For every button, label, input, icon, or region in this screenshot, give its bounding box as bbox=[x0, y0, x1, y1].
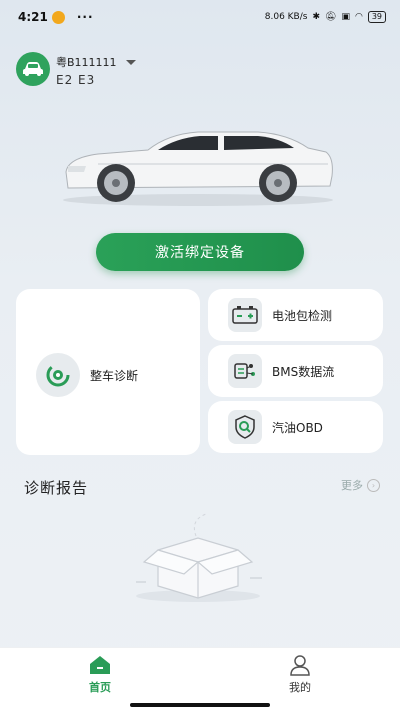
mute-icon: 🔕︎ bbox=[325, 12, 337, 22]
plate-number[interactable]: 粤B111111 bbox=[56, 54, 136, 70]
car-image bbox=[63, 131, 333, 206]
shield-search-icon bbox=[228, 410, 262, 444]
tab-home[interactable]: 首页 bbox=[0, 648, 200, 711]
battery-icon: 39 bbox=[367, 11, 386, 23]
full-diagnosis-label: 整车诊断 bbox=[90, 368, 139, 383]
data-stream-icon bbox=[228, 354, 262, 388]
plate-label: 粤B111111 bbox=[56, 56, 117, 69]
bms-stream-label: BMS数据流 bbox=[272, 364, 335, 379]
status-time: 4:21 bbox=[18, 10, 48, 24]
chevron-down-icon[interactable] bbox=[125, 59, 136, 65]
battery-icon bbox=[228, 298, 262, 332]
vehicle-sub-label: E2 E3 bbox=[56, 73, 96, 87]
bms-data-stream-card[interactable]: BMS数据流 bbox=[208, 345, 383, 397]
more-label: 更多 bbox=[341, 479, 363, 492]
network-speed: 8.06 KB/s bbox=[264, 12, 308, 22]
bluetooth-icon: ✱ bbox=[312, 12, 320, 22]
status-icons: 8.06 KB/s ✱ 🔕︎ ▣ ◠ 39 bbox=[265, 11, 386, 23]
tab-mine[interactable]: 我的 bbox=[200, 648, 400, 711]
wifi-icon: ◠ bbox=[354, 12, 363, 22]
full-vehicle-diagnosis-card[interactable]: 整车诊断 bbox=[16, 289, 200, 455]
status-bar: 4:21 ··· 8.06 KB/s ✱ 🔕︎ ▣ ◠ 39 bbox=[0, 0, 400, 34]
battery-check-label: 电池包检测 bbox=[272, 308, 333, 323]
gasoline-obd-label: 汽油OBD bbox=[272, 420, 323, 435]
bottom-tab-bar: 首页 我的 bbox=[0, 647, 400, 711]
sim-icon: ▣ bbox=[341, 12, 350, 22]
more-link[interactable]: 更多 › bbox=[341, 477, 380, 493]
notification-icon bbox=[51, 10, 65, 24]
home-icon bbox=[90, 656, 110, 674]
user-icon bbox=[290, 655, 310, 676]
tab-mine-label: 我的 bbox=[289, 681, 311, 694]
car-avatar-icon bbox=[16, 52, 50, 86]
home-indicator bbox=[130, 703, 270, 707]
more-notifications-icon: ··· bbox=[76, 10, 94, 24]
vehicle-selector[interactable]: 粤B111111 E2 E3 bbox=[16, 52, 136, 87]
activate-bind-device-button[interactable]: 激活绑定设备 bbox=[96, 233, 304, 271]
chevron-right-icon: › bbox=[367, 478, 380, 492]
empty-box-illustration bbox=[136, 513, 262, 602]
battery-pack-check-card[interactable]: 电池包检测 bbox=[208, 289, 383, 341]
diagnosis-gauge-icon bbox=[36, 353, 80, 397]
tab-home-label: 首页 bbox=[89, 681, 111, 694]
diagnosis-report-title: 诊断报告 bbox=[24, 479, 89, 497]
gasoline-obd-card[interactable]: 汽油OBD bbox=[208, 401, 383, 453]
